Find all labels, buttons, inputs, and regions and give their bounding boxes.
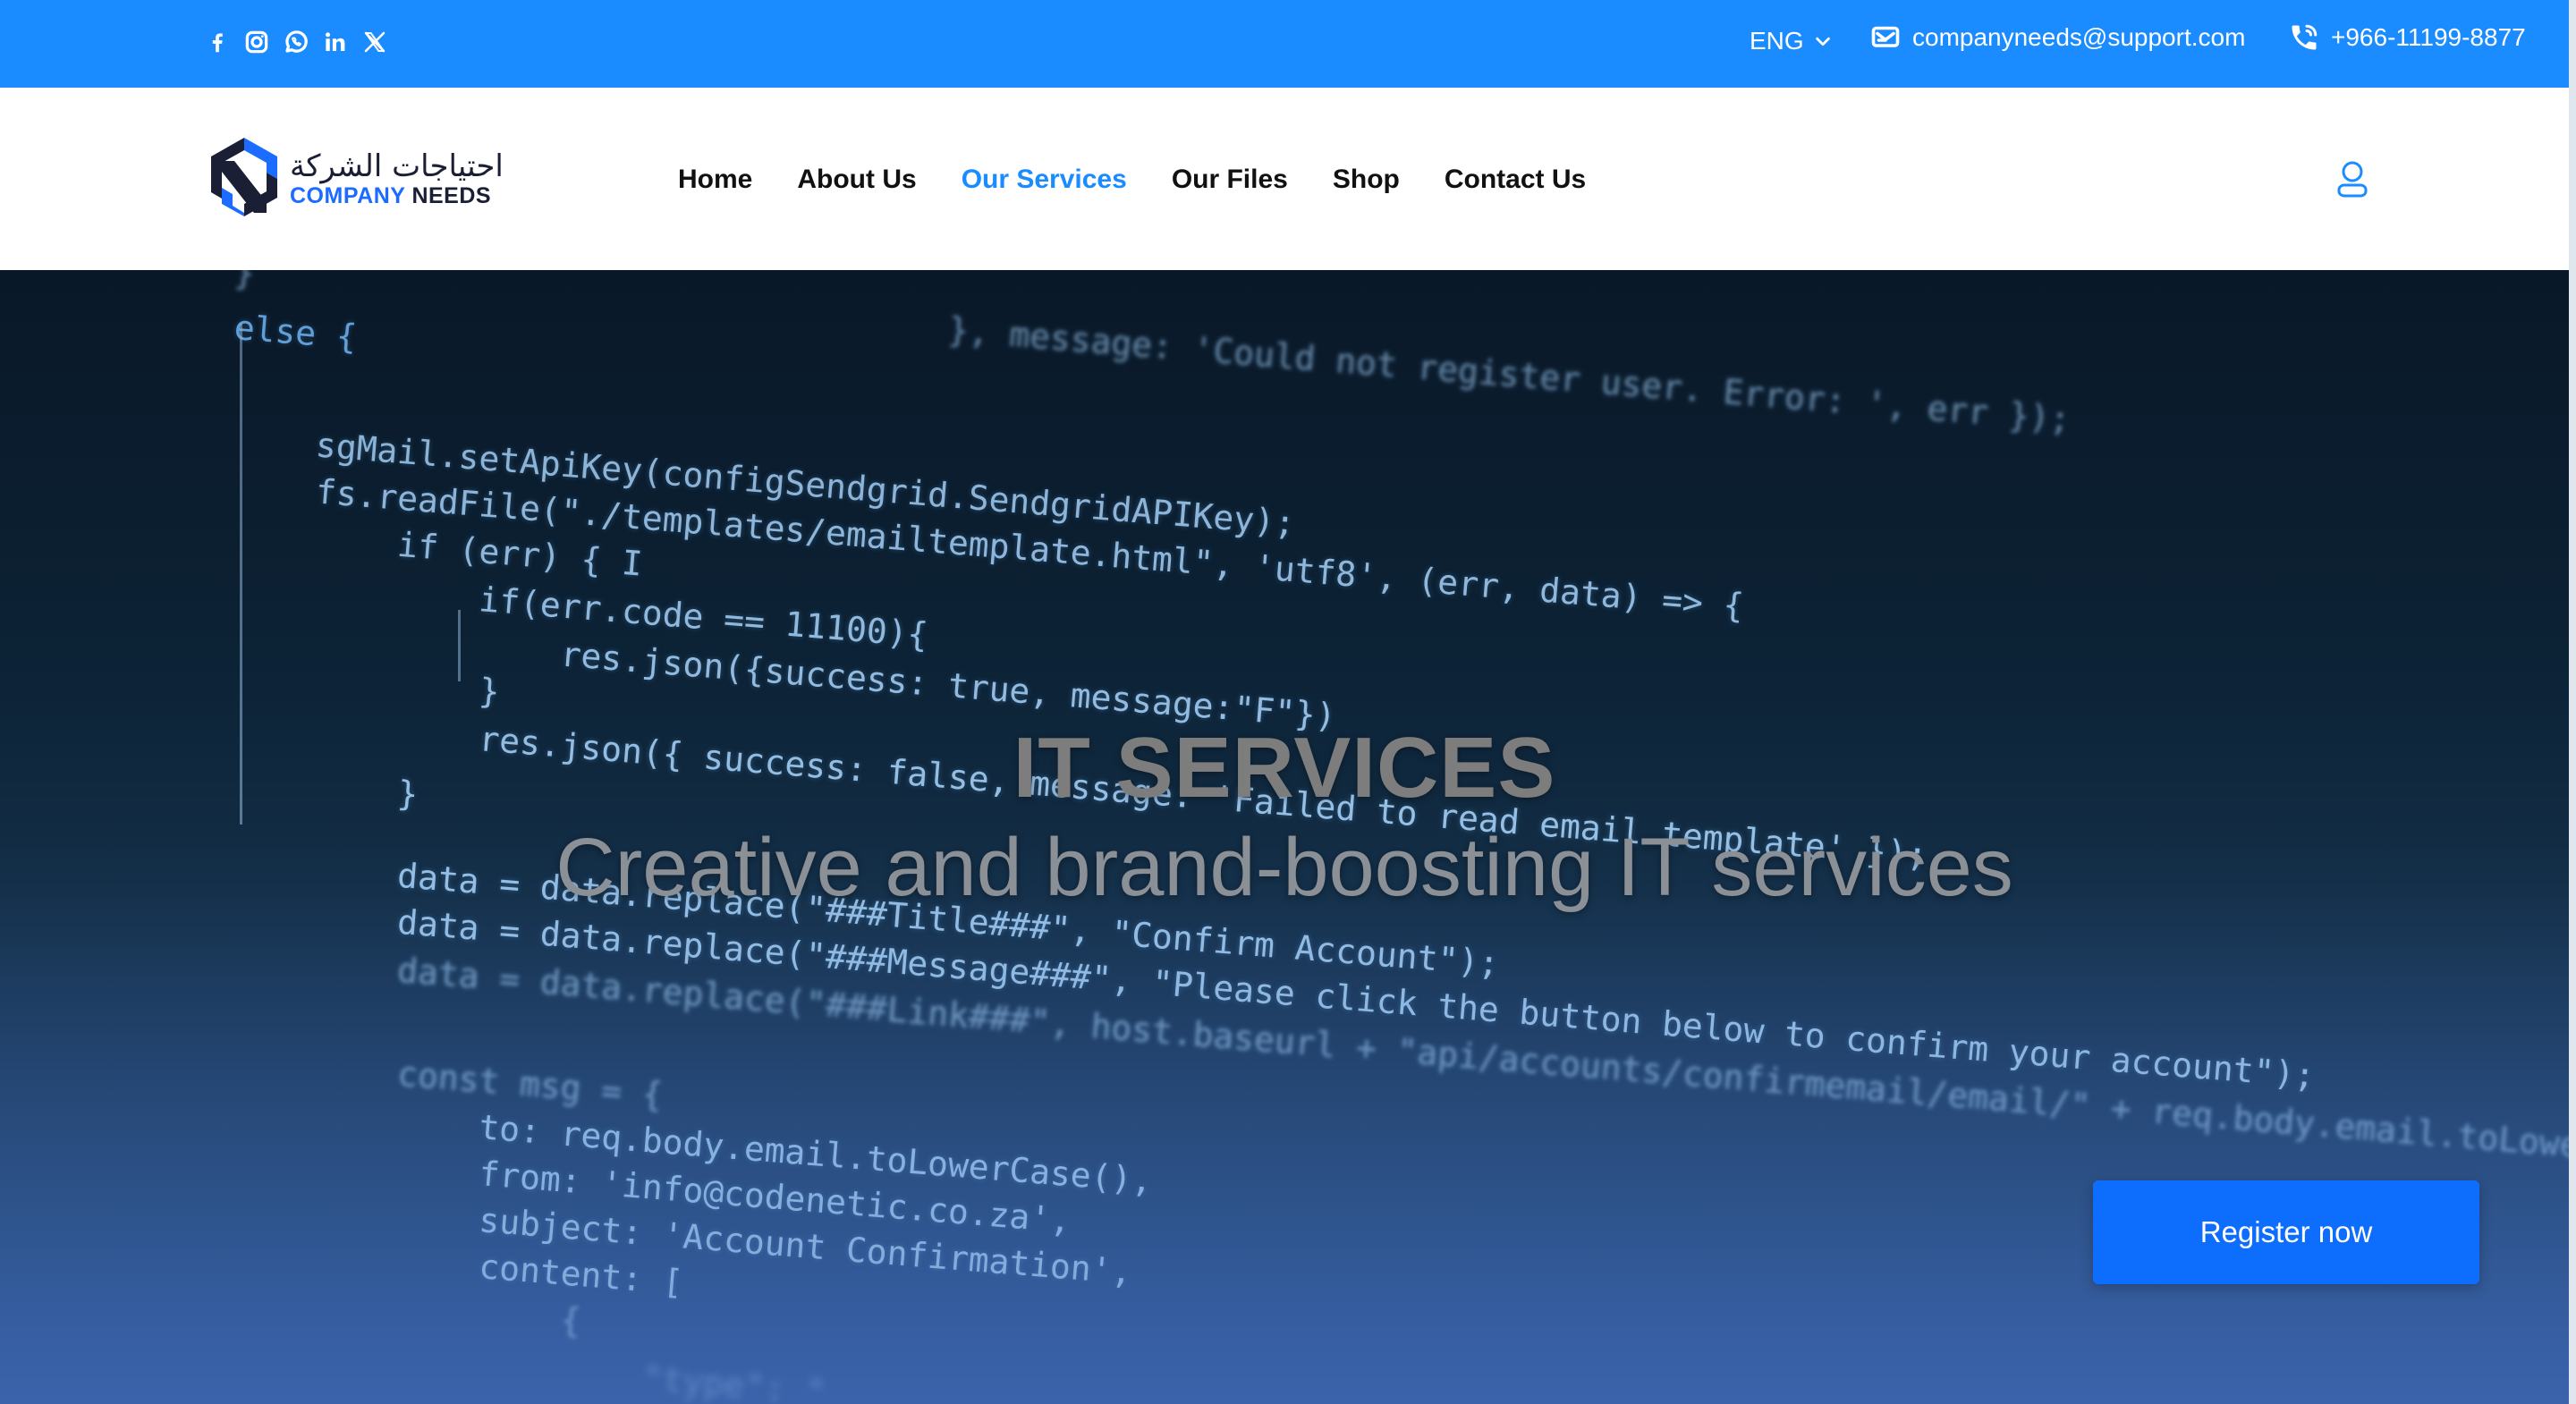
phone-link[interactable]: +966-11199-8877 xyxy=(2288,21,2526,54)
language-label: ENG xyxy=(1750,27,1804,55)
logo-mark-icon xyxy=(208,134,281,224)
user-account-icon[interactable] xyxy=(2334,159,2370,202)
top-bar: ENG companyneeds@support.com +966-11199-… xyxy=(0,0,2576,88)
mail-icon xyxy=(1871,26,1900,47)
logo-wordmark: احتياجات الشركة COMPANY NEEDS xyxy=(290,151,504,207)
nav-shop[interactable]: Shop xyxy=(1333,165,1400,195)
chevron-down-icon xyxy=(1815,37,1830,47)
email-link[interactable]: companyneeds@support.com xyxy=(1869,21,2245,54)
logo-company-text: COMPANY xyxy=(290,183,405,208)
logo-needs-text: NEEDS xyxy=(411,183,492,208)
nav-home[interactable]: Home xyxy=(678,165,752,195)
register-now-button[interactable]: Register now xyxy=(2093,1180,2479,1284)
hero-title: IT SERVICES xyxy=(1013,720,1556,816)
nav-contact-us[interactable]: Contact Us xyxy=(1445,165,1586,195)
x-twitter-icon[interactable] xyxy=(361,29,388,55)
company-logo[interactable]: احتياجات الشركة COMPANY NEEDS xyxy=(208,134,504,224)
email-text: companyneeds@support.com xyxy=(1912,23,2246,51)
social-links xyxy=(204,29,388,55)
main-header: احتياجات الشركة COMPANY NEEDS Home About… xyxy=(0,88,2569,270)
nav-about-us[interactable]: About Us xyxy=(797,165,916,195)
facebook-icon[interactable] xyxy=(204,29,231,55)
nav-our-files[interactable]: Our Files xyxy=(1172,165,1288,195)
hero-section: } }, message: 'Could not register user. … xyxy=(0,270,2569,1404)
nav-our-services[interactable]: Our Services xyxy=(962,165,1127,195)
logo-arabic-text: احتياجات الشركة xyxy=(290,148,504,184)
phone-text: +966-11199-8877 xyxy=(2331,23,2526,51)
main-nav: Home About Us Our Services Our Files Sho… xyxy=(678,165,1586,195)
language-selector[interactable]: ENG xyxy=(1750,27,1833,55)
linkedin-icon[interactable] xyxy=(322,29,349,55)
instagram-icon[interactable] xyxy=(243,29,270,55)
logo-english-text: COMPANY NEEDS xyxy=(290,185,504,207)
whatsapp-icon[interactable] xyxy=(283,29,309,55)
phone-icon xyxy=(2292,24,2318,50)
page-scrollbar[interactable] xyxy=(2569,0,2576,1404)
hero-subtitle: Creative and brand-boosting IT services xyxy=(555,822,2013,913)
